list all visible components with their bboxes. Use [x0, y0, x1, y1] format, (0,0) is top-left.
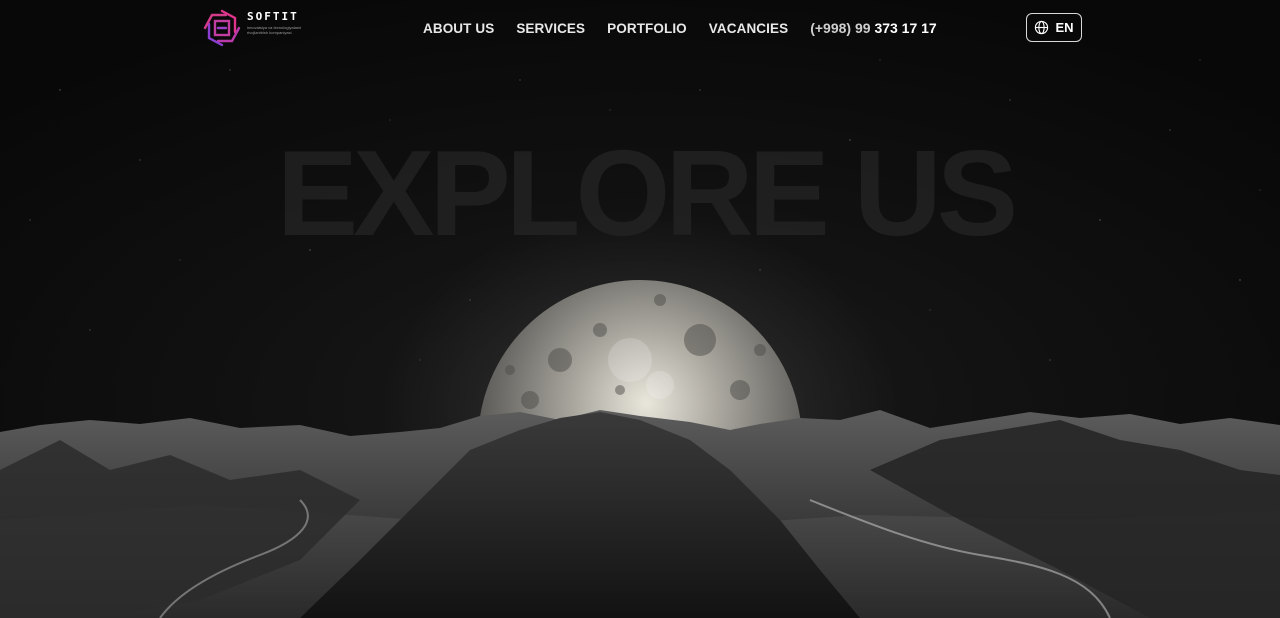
nav-link-portfolio[interactable]: PORTFOLIO [607, 21, 687, 36]
phone-number: 373 17 17 [874, 20, 937, 36]
phone-prefix: (+998) 99 [810, 20, 875, 36]
site-header: SOFTIT innovatsiya va texnologiyalarni r… [0, 0, 1280, 58]
main-nav: ABOUT US SERVICES PORTFOLIO VACANCIES (+… [423, 20, 937, 36]
hero-background-image [0, 0, 1280, 618]
phone-link[interactable]: (+998) 99 373 17 17 [810, 20, 937, 36]
logo-mark-icon [203, 9, 241, 47]
nav-link-services[interactable]: SERVICES [516, 21, 585, 36]
logo-tagline: innovatsiya va texnologiyalarni rivojlan… [247, 25, 302, 35]
logo-name: SOFTIT [247, 10, 299, 23]
language-label: EN [1055, 20, 1074, 35]
nav-link-vacancies[interactable]: VACANCIES [709, 21, 788, 36]
language-switcher-button[interactable]: EN [1026, 13, 1082, 42]
globe-icon [1035, 20, 1049, 35]
nav-link-about-us[interactable]: ABOUT US [423, 21, 494, 36]
hero-title: EXPLORE US [276, 125, 1018, 261]
softit-logo[interactable]: SOFTIT innovatsiya va texnologiyalarni r… [203, 9, 317, 47]
